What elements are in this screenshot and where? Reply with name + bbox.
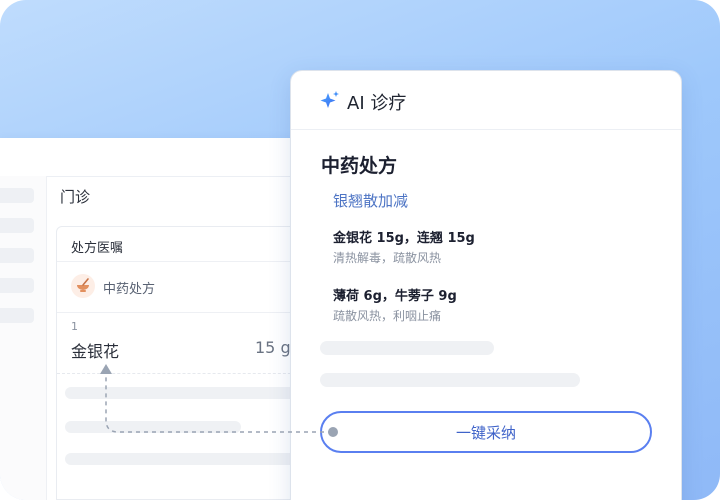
sidebar-item[interactable] [0,188,34,203]
sidebar-item[interactable] [0,218,34,233]
prescription-card-title: 处方医嘱 [71,241,124,256]
herb-row-dose: 15 g [255,338,291,357]
ai-panel-title: AI 诊疗 [347,93,407,114]
herb-row-index: 1 [71,320,78,333]
placeholder-line [65,421,241,433]
prescription-section-title: 中药处方 [321,155,398,177]
herb-effect-text: 清热解毒，疏散风热 [333,251,442,265]
ai-panel-header: AI 诊疗 [291,71,681,130]
placeholder-line [65,453,305,465]
herb-row-divider [57,373,321,374]
tcm-prescription-tab[interactable]: 中药处方 [57,262,321,313]
prescription-card-header: 处方医嘱 [57,227,321,262]
left-sidebar [0,176,47,500]
herb-dosage-line: 金银花 15g，连翘 15g [333,231,475,246]
sidebar-item[interactable] [0,308,34,323]
mortar-icon [71,274,95,298]
herb-row-name: 金银花 [71,342,120,361]
sidebar-item[interactable] [0,248,34,263]
sidebar-item[interactable] [0,278,34,293]
clinic-topbar [0,138,320,177]
tcm-prescription-label: 中药处方 [103,282,156,297]
placeholder-line [320,341,494,355]
formula-name: 银翘散加减 [333,192,409,210]
placeholder-line [320,373,580,387]
promo-stage: 门诊 处方医嘱 中药处方 1 金银花 15 g AI 诊疗 中药处方 银翘散加减… [0,0,720,500]
page-title: 门诊 [60,188,91,206]
herb-effect-text: 疏散风热，利咽止痛 [333,309,442,323]
one-click-adopt-button[interactable]: 一键采纳 [320,411,652,453]
clinic-window: 门诊 处方医嘱 中药处方 1 金银花 15 g [0,138,322,500]
ai-diagnosis-panel: AI 诊疗 中药处方 银翘散加减 金银花 15g，连翘 15g 清热解毒，疏散风… [290,70,682,500]
prescription-card: 处方医嘱 中药处方 1 金银花 15 g [56,226,322,500]
placeholder-line [65,387,305,399]
sparkle-icon [320,91,339,108]
herb-dosage-line: 薄荷 6g，牛蒡子 9g [333,289,457,304]
